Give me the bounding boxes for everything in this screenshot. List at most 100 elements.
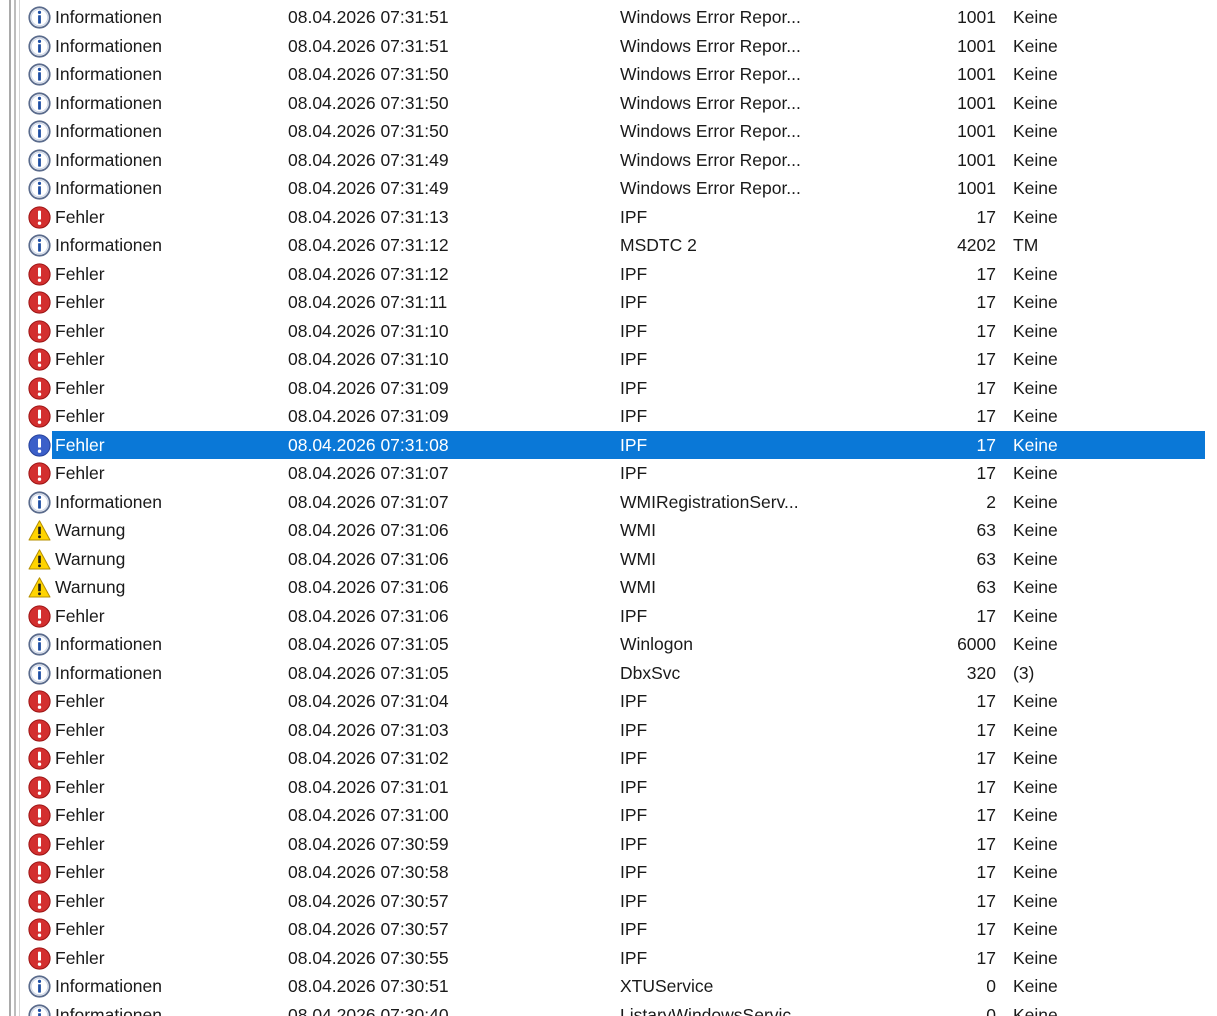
table-row[interactable]: Fehler 08.04.2026 07:31:01 IPF 17 Keine <box>22 773 1205 802</box>
event-id-cell: 1001 <box>957 178 996 198</box>
source-cell: IPF <box>620 263 648 284</box>
event-id-cell: 63 <box>976 548 996 569</box>
source-cell: ListaryWindowsServic <box>620 1004 792 1016</box>
table-row[interactable]: Fehler 08.04.2026 07:30:57 IPF 17 Keine <box>22 887 1205 916</box>
source-cell: IPF <box>620 691 648 711</box>
table-row[interactable]: Informationen 08.04.2026 07:30:51 XTUServi… <box>22 972 1205 1001</box>
source-cell: Windows Error Repor... <box>620 35 801 56</box>
table-row[interactable]: Informationen 08.04.2026 07:31:49 Windows … <box>22 146 1205 175</box>
task-category-cell: Keine <box>1013 833 1058 854</box>
event-id-cell: 17 <box>976 776 996 797</box>
table-row[interactable]: Informationen 08.04.2026 07:31:49 Windows … <box>22 174 1205 203</box>
table-row[interactable]: Warnung 08.04.2026 07:31:06 WMI 63 Keine <box>22 516 1205 545</box>
level-cell: Informationen <box>55 235 163 255</box>
task-category-cell: Keine <box>1013 719 1058 740</box>
source-cell: WMI <box>620 548 656 569</box>
date-cell: 08.04.2026 07:31:08 <box>288 434 449 455</box>
table-row[interactable]: Fehler 08.04.2026 07:30:57 IPF 17 Keine <box>22 915 1205 944</box>
task-category-cell: Keine <box>1013 577 1058 597</box>
level-cell: Informationen <box>55 491 163 512</box>
table-row[interactable]: Fehler 08.04.2026 07:31:04 IPF 17 Keine <box>22 687 1205 716</box>
error-icon <box>28 918 51 941</box>
table-row[interactable]: Fehler 08.04.2026 07:31:12 IPF 17 Keine <box>22 260 1205 289</box>
event-id-cell: 17 <box>976 292 996 312</box>
table-row[interactable]: Informationen 08.04.2026 07:30:40 ListaryW… <box>22 1001 1205 1016</box>
table-row[interactable]: Fehler 08.04.2026 07:30:58 IPF 17 Keine <box>22 858 1205 887</box>
error-icon <box>28 804 51 827</box>
event-id-cell: 63 <box>976 520 996 540</box>
date-cell: 08.04.2026 07:30:40 <box>288 1004 449 1016</box>
source-cell: Windows Error Repor... <box>620 121 801 141</box>
event-id-cell: 17 <box>976 719 996 740</box>
date-cell: 08.04.2026 07:31:10 <box>288 320 449 341</box>
date-cell: 08.04.2026 07:31:09 <box>288 406 449 426</box>
table-row[interactable]: Informationen 08.04.2026 07:31:05 DbxSvc 32… <box>22 659 1205 688</box>
level-cell: Informationen <box>55 1004 163 1016</box>
source-cell: WMIRegistrationServ... <box>620 491 799 512</box>
table-row[interactable]: Informationen 08.04.2026 07:31:50 Windows … <box>22 89 1205 118</box>
level-cell: Informationen <box>55 149 163 170</box>
task-category-cell: TM <box>1013 235 1039 255</box>
table-row[interactable]: Informationen 08.04.2026 07:31:50 Windows … <box>22 60 1205 89</box>
table-row[interactable]: Fehler 08.04.2026 07:30:55 IPF 17 Keine <box>22 944 1205 973</box>
source-cell: IPF <box>620 748 648 768</box>
table-row[interactable]: Fehler 08.04.2026 07:31:02 IPF 17 Keine <box>22 744 1205 773</box>
level-cell: Fehler <box>55 292 105 312</box>
task-category-cell: Keine <box>1013 406 1058 426</box>
date-cell: 08.04.2026 07:31:05 <box>288 662 449 683</box>
task-category-cell: Keine <box>1013 263 1058 284</box>
table-row[interactable]: Fehler 08.04.2026 07:31:07 IPF 17 Keine <box>22 459 1205 488</box>
table-row[interactable]: Fehler 08.04.2026 07:31:13 IPF 17 Keine <box>22 203 1205 232</box>
table-row[interactable]: Fehler 08.04.2026 07:31:11 IPF 17 Keine <box>22 288 1205 317</box>
table-row[interactable]: Informationen 08.04.2026 07:31:05 Winlogon… <box>22 630 1205 659</box>
warning-icon <box>28 548 51 571</box>
date-cell: 08.04.2026 07:31:06 <box>288 548 449 569</box>
task-category-cell: Keine <box>1013 64 1058 84</box>
level-cell: Informationen <box>55 662 163 683</box>
source-cell: IPF <box>620 862 648 882</box>
source-cell: Windows Error Repor... <box>620 149 801 170</box>
left-frame-border <box>0 0 22 1016</box>
info-icon <box>28 148 51 172</box>
table-row[interactable]: Informationen 08.04.2026 07:31:51 Windows … <box>22 32 1205 61</box>
task-category-cell: Keine <box>1013 862 1058 882</box>
event-id-cell: 1001 <box>957 121 996 141</box>
event-id-cell: 1001 <box>957 7 996 27</box>
level-cell: Informationen <box>55 92 163 113</box>
table-row[interactable]: Fehler 08.04.2026 07:31:06 IPF 17 Keine <box>22 602 1205 631</box>
error-icon <box>28 348 51 371</box>
date-cell: 08.04.2026 07:30:51 <box>288 976 449 996</box>
table-row[interactable]: Fehler 08.04.2026 07:31:10 IPF 17 Keine <box>22 317 1205 346</box>
table-row[interactable]: Fehler 08.04.2026 07:31:10 IPF 17 Keine <box>22 345 1205 374</box>
source-cell: IPF <box>620 890 648 911</box>
table-row-selected[interactable]: Fehler 08.04.2026 07:31:08 IPF 17 Keine <box>22 430 1205 459</box>
level-cell: Fehler <box>55 406 105 426</box>
source-cell: IPF <box>620 776 648 797</box>
error-icon <box>28 262 51 286</box>
table-row[interactable]: Fehler 08.04.2026 07:31:03 IPF 17 Keine <box>22 716 1205 745</box>
task-category-cell: Keine <box>1013 121 1058 141</box>
table-row[interactable]: Informationen 08.04.2026 07:31:07 WMIRegis… <box>22 488 1205 517</box>
table-row[interactable]: Informationen 08.04.2026 07:31:12 MSDTC 2 4… <box>22 231 1205 260</box>
task-category-cell: Keine <box>1013 149 1058 170</box>
table-row[interactable]: Fehler 08.04.2026 07:31:00 IPF 17 Keine <box>22 801 1205 830</box>
date-cell: 08.04.2026 07:30:55 <box>288 947 449 968</box>
table-row[interactable]: Fehler 08.04.2026 07:31:09 IPF 17 Keine <box>22 402 1205 431</box>
task-category-cell: Keine <box>1013 178 1058 198</box>
level-cell: Warnung <box>55 548 126 569</box>
level-cell: Fehler <box>55 833 105 854</box>
task-category-cell: Keine <box>1013 548 1058 569</box>
table-row[interactable]: Informationen 08.04.2026 07:31:51 Windows … <box>22 3 1205 32</box>
table-row[interactable]: Fehler 08.04.2026 07:31:09 IPF 17 Keine <box>22 374 1205 403</box>
warning-icon <box>28 576 51 599</box>
source-cell: Windows Error Repor... <box>620 178 801 198</box>
task-category-cell: Keine <box>1013 776 1058 797</box>
date-cell: 08.04.2026 07:31:09 <box>288 377 449 398</box>
table-row[interactable]: Fehler 08.04.2026 07:30:59 IPF 17 Keine <box>22 830 1205 859</box>
table-row[interactable]: Warnung 08.04.2026 07:31:06 WMI 63 Keine <box>22 545 1205 574</box>
source-cell: DbxSvc <box>620 662 681 683</box>
event-id-cell: 17 <box>976 919 996 939</box>
info-icon <box>28 177 51 200</box>
table-row[interactable]: Informationen 08.04.2026 07:31:50 Windows … <box>22 117 1205 146</box>
table-row[interactable]: Warnung 08.04.2026 07:31:06 WMI 63 Keine <box>22 573 1205 602</box>
